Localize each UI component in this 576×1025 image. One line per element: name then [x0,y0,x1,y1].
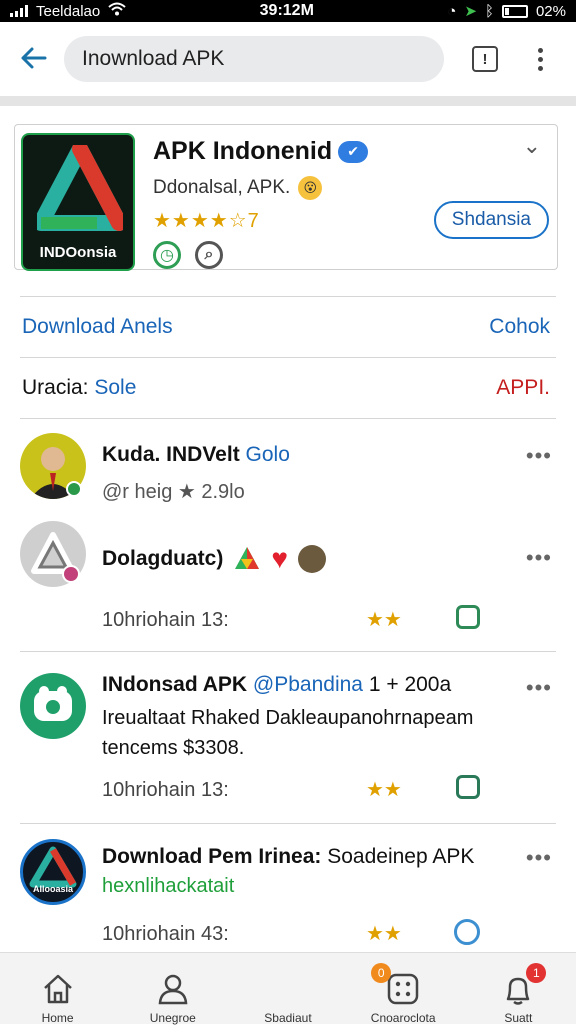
feed-stars: ★★ [366,779,402,801]
feed-meta: @r heig ★ 2.9lo [102,481,245,503]
app-logo-text: INDOonsia [39,244,117,261]
clock-icon[interactable]: ◷ [153,241,181,269]
links-row: Download Anels Cohok [0,297,576,357]
verified-icon: ✔ [338,140,369,163]
search-icon[interactable]: ⌕ [195,241,223,269]
status-bar: Teeldalao 39:12M ◔ ➤ ᛒ 02% [0,0,576,22]
info-icon[interactable]: ! [472,46,498,72]
person-icon [158,974,188,1005]
alarm-icon: ◔ [447,2,457,20]
nav-label: Suatt [504,1011,533,1025]
nav-home[interactable]: Home [8,971,108,1025]
avatar-logo-text: AIlooasia [32,884,73,894]
nav-profile[interactable]: Unegroe [123,971,223,1025]
back-arrow-icon[interactable] [16,43,50,75]
list-item[interactable]: Dolagduatc) ♥ 10hriohain 13: ★★ ••• [0,517,576,641]
category-right[interactable]: APPI. [496,376,550,400]
feed-text[interactable]: hexnlihackatait [102,875,234,898]
blank-icon [270,971,306,1007]
battery-level: 02% [535,2,566,20]
heart-icon: ♥ [271,543,288,574]
search-input[interactable] [64,36,444,82]
category-row: Uracia: Sole APPI. [0,358,576,418]
location-icon: ➤ [464,3,477,20]
feed-text: tencems $3308. [102,737,245,759]
open-app-button[interactable]: Shdansia [433,201,549,239]
feed-extra: Soadeinep APK [327,845,475,868]
download-link[interactable]: Download Anels [22,315,173,339]
feed-handle[interactable]: @Pbandina [253,673,363,696]
wifi-icon [108,2,126,20]
feed-text: Ireualtaat Rhaked Dakleaupanohrnapeam [102,707,474,729]
nav-games[interactable]: 0 Cnoaroclota [353,963,453,1025]
list-item[interactable]: AIlooasia Download Pem Irinea: Soadeinep… [0,833,576,953]
avatar: AIlooasia [20,839,86,905]
feed-name: INdonsad APK [102,673,248,696]
more-options-icon[interactable] [538,47,543,71]
feed-name: Dolagduatc) [102,547,224,570]
feed-stars: ★★ [366,609,402,631]
more-options-icon[interactable]: ••• [526,545,552,571]
chevron-down-icon[interactable]: ⌄ [523,133,541,159]
check-link[interactable]: Cohok [489,315,550,339]
feed-stars: ★★ [366,923,402,945]
nav-badge: 1 [526,963,547,983]
app-subtitle: Ddonalsal, APK. [153,177,291,198]
battery-icon [501,4,528,18]
nav-label: Home [41,1011,74,1025]
triangle-logo-icon [235,547,260,569]
logo-triangle-icon [37,145,123,231]
divider [20,823,556,824]
divider [20,651,556,652]
home-icon [43,974,72,1004]
apps-icon [387,973,419,1005]
search-header: ! [0,22,576,96]
list-item[interactable]: INdonsad APK @Pbandina 1 + 200a Ireualta… [0,663,576,813]
app-title: APK Indonenid [153,137,333,165]
online-badge-icon [66,481,82,497]
feed-handle[interactable]: Golo [246,443,290,466]
carrier-label: Teeldalao [36,2,101,20]
clock: 39:12M [259,2,314,19]
nav-label: Sbadiaut [264,1011,312,1025]
feed-name: Kuda. INDVelt [102,443,240,466]
emoji-icon: 😮 [298,176,323,200]
nav-notifications[interactable]: 1 Suatt [468,963,568,1025]
bluetooth-icon: ᛒ [484,2,494,20]
nav-label: Unegroe [149,1011,196,1025]
app-logo: INDOonsia [21,133,135,271]
feed-name: Download Pem Irinea: [102,845,322,868]
feed-extra: 1 + 200a [368,673,452,696]
nav-search[interactable]: Sbadiaut [238,971,338,1025]
list-item[interactable]: Kuda. INDVelt Golo @r heig ★ 2.9lo ••• [0,429,576,515]
feed-meta: 10hriohain 43: [102,923,229,945]
category-value[interactable]: Sole [94,376,136,399]
signal-icon [10,5,28,17]
more-options-icon[interactable]: ••• [526,675,552,701]
badge-icon [62,565,80,583]
nav-label: Cnoaroclota [370,1011,436,1025]
bottom-nav: Home Unegroe Sbadiaut 0 Cnoaroclota 1 Su… [0,952,576,1025]
feed-meta: 10hriohain 13: [102,779,229,801]
more-options-icon[interactable]: ••• [526,443,552,469]
app-card[interactable]: INDOonsia APK Indonenid ✔ Ddonalsal, APK… [14,124,558,271]
feed-list: Kuda. INDVelt Golo @r heig ★ 2.9lo ••• D… [0,419,576,955]
avatar-small [297,545,326,573]
avatar [20,673,86,739]
comment-icon[interactable] [456,775,480,799]
header-divider [0,96,576,106]
feed-meta: 10hriohain 13: [102,609,229,631]
category-label: Uracia: [22,376,89,399]
comment-icon[interactable] [456,605,480,629]
more-options-icon[interactable]: ••• [526,845,552,871]
clock-icon[interactable] [454,919,480,945]
